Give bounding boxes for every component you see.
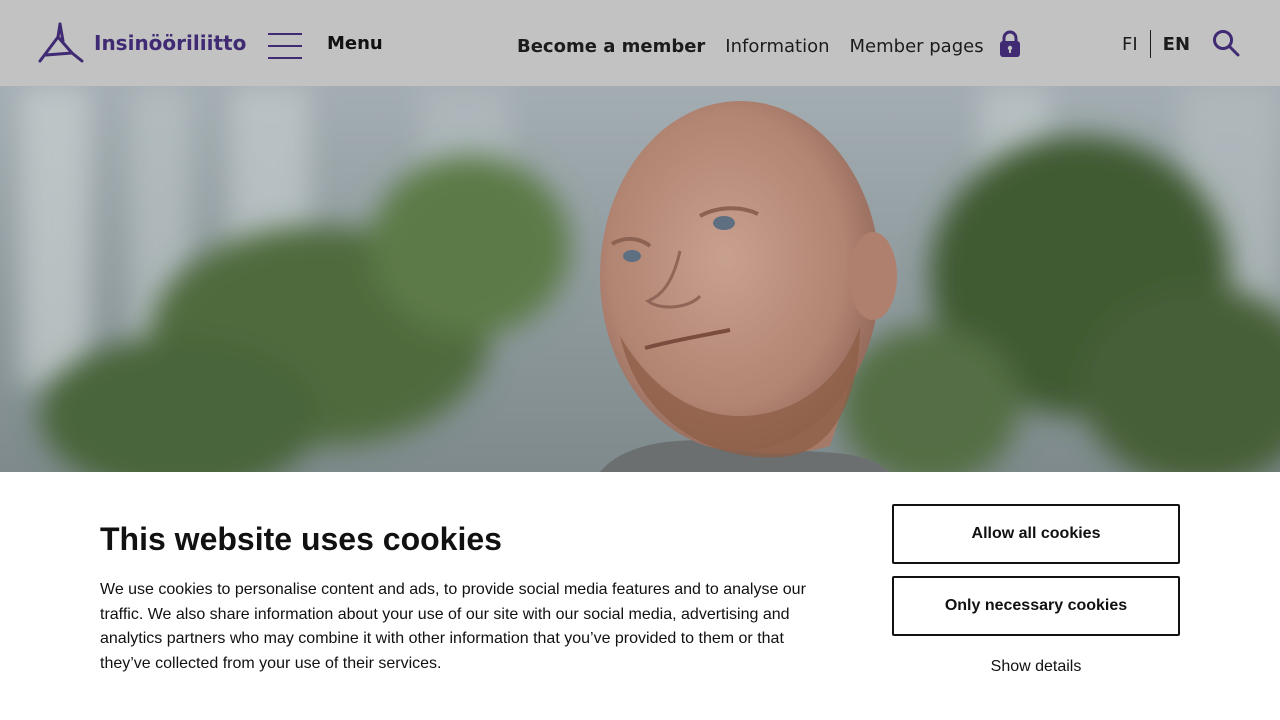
brand-name: Insinööriliitto: [94, 31, 247, 55]
hero-image: [0, 86, 1280, 472]
lang-divider: [1149, 30, 1151, 58]
lang-fi-link[interactable]: FI: [1122, 34, 1138, 55]
only-necessary-cookies-button[interactable]: Only necessary cookies: [892, 576, 1180, 636]
menu-button[interactable]: Menu: [268, 26, 383, 60]
nav-member-pages[interactable]: Member pages: [850, 36, 984, 57]
cookie-banner-description: We use cookies to personalise content an…: [100, 581, 806, 673]
menu-label: Menu: [327, 32, 383, 54]
nav-become-member[interactable]: Become a member: [517, 36, 705, 57]
hamburger-icon: [268, 29, 302, 59]
main-nav: Become a member Information Member pages: [517, 30, 1021, 63]
show-details-link[interactable]: Show details: [892, 658, 1180, 676]
triangular-people-logo-icon: [38, 22, 84, 63]
lang-en-link[interactable]: EN: [1163, 34, 1190, 55]
nav-information[interactable]: Information: [725, 36, 829, 57]
allow-all-cookies-button[interactable]: Allow all cookies: [892, 504, 1180, 564]
lock-icon[interactable]: [999, 30, 1021, 63]
cookie-consent-banner: This website uses cookies We use cookies…: [0, 472, 1280, 720]
cookie-banner-title: This website uses cookies: [100, 521, 502, 557]
search-button[interactable]: [1212, 29, 1240, 62]
home-logo-link[interactable]: Insinööriliitto: [36, 21, 246, 65]
hero-photo-man-outdoors: [0, 86, 1280, 472]
search-icon: [1213, 30, 1240, 57]
language-switcher: FI EN: [1122, 30, 1190, 58]
site-header: Insinööriliitto Menu Become a member Inf…: [0, 0, 1280, 86]
